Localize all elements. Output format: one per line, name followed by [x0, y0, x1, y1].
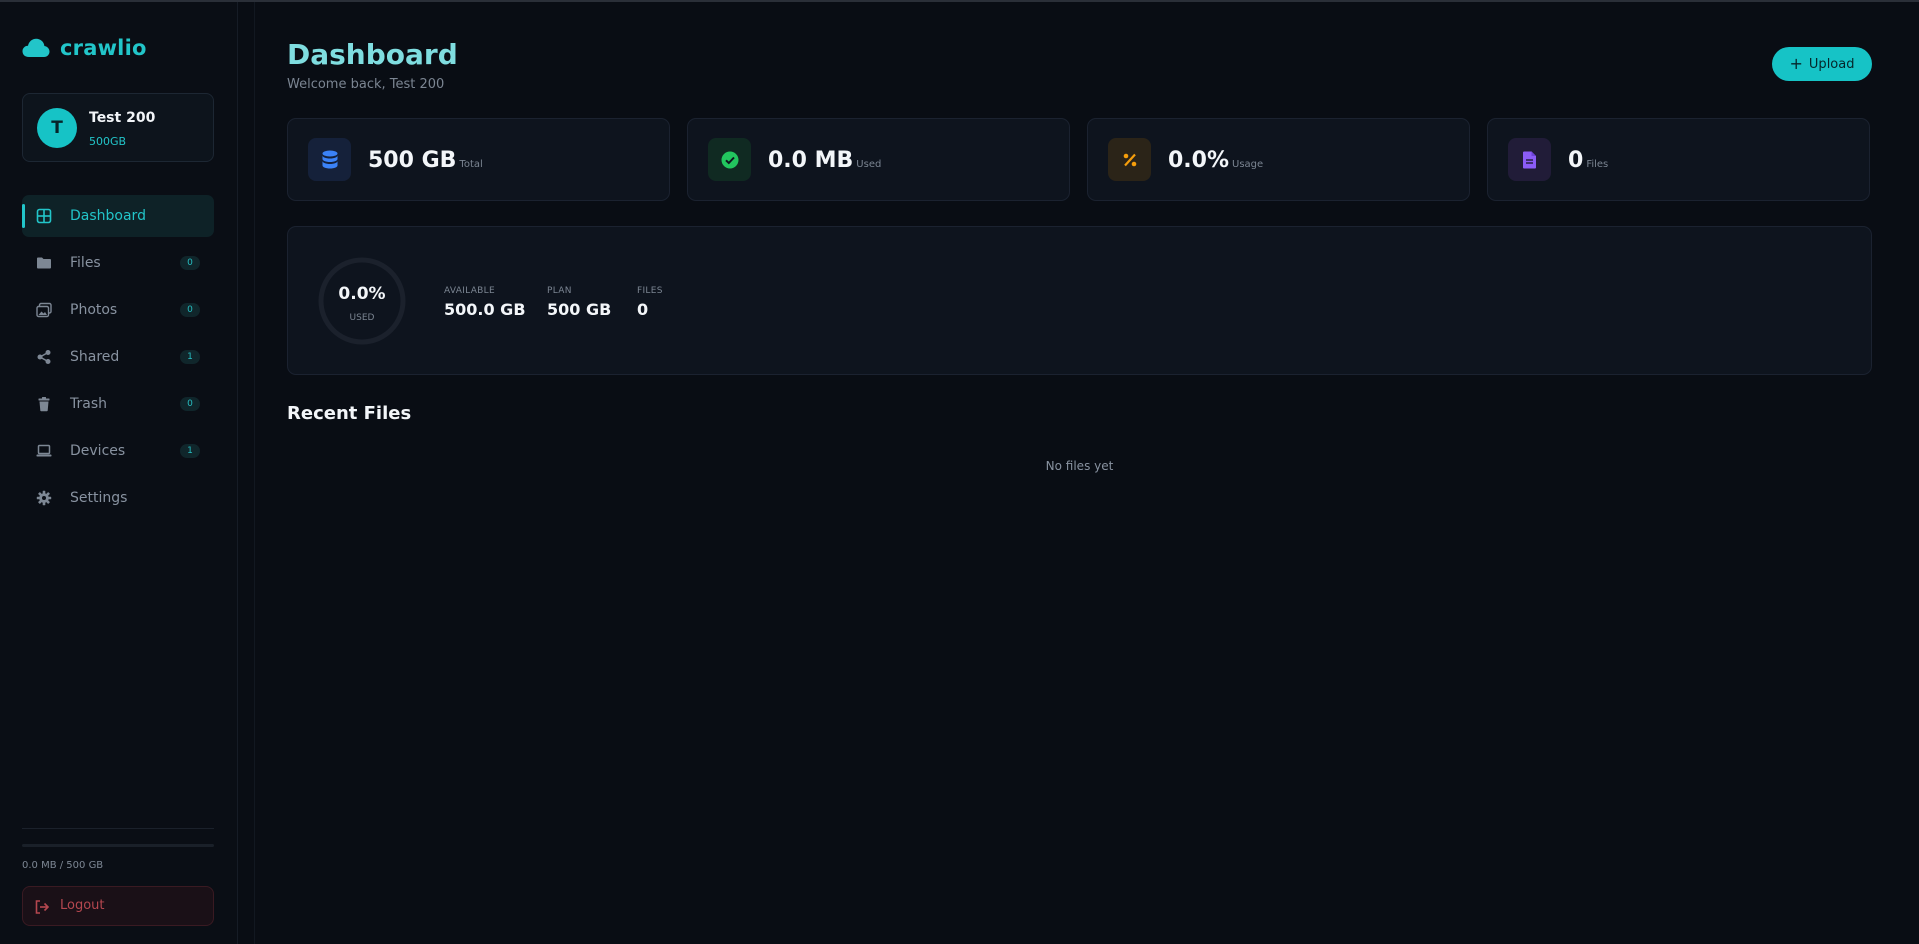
count-badge: 0 [180, 397, 200, 411]
gear-icon [36, 490, 52, 506]
summary-plan: PLAN 500 GB [547, 286, 611, 319]
brand-name: crawlio [60, 36, 147, 60]
logout-button[interactable]: Logout [22, 886, 214, 926]
logout-label: Logout [60, 898, 105, 913]
laptop-icon [36, 444, 52, 457]
user-plan: 500GB [89, 135, 127, 148]
stat-label: Used [856, 159, 882, 170]
check-circle-icon [721, 151, 738, 168]
sidebar: crawlio T Test 200 500GB Dashboard Files… [0, 2, 238, 944]
window-top-border [0, 0, 1919, 2]
summary-files: FILES 0 [637, 286, 663, 319]
upload-button-label: Upload [1808, 56, 1855, 72]
count-badge: 1 [180, 444, 200, 458]
recent-files-title: Recent Files [287, 403, 412, 424]
summary-value: 500 GB [547, 300, 612, 319]
sidebar-item-shared[interactable]: Shared 1 [22, 336, 214, 378]
sidebar-item-files[interactable]: Files 0 [22, 242, 214, 284]
percent-icon [1123, 153, 1136, 166]
document-icon [1523, 151, 1536, 168]
sidebar-item-dashboard[interactable]: Dashboard [22, 195, 214, 237]
summary-label: PLAN [547, 286, 572, 296]
logout-icon [35, 900, 50, 914]
stat-label: Files [1586, 159, 1609, 170]
stat-value: 500 GB [368, 148, 457, 173]
upload-button[interactable]: + Upload [1772, 47, 1872, 81]
main-divider [254, 2, 255, 944]
folder-icon [37, 257, 51, 269]
stat-value-files: 0 Files [1568, 148, 1608, 173]
sidebar-item-label: Files [70, 255, 101, 271]
stat-value-usage: 0.0% Usage [1168, 148, 1263, 173]
stat-value-total: 500 GB Total [368, 148, 483, 173]
user-card[interactable]: T Test 200 500GB [22, 93, 214, 162]
storage-summary-panel: 0.0% USED AVAILABLE 500.0 GB PLAN 500 GB… [287, 226, 1872, 375]
summary-available: AVAILABLE 500.0 GB [444, 286, 526, 319]
sidebar-item-label: Shared [70, 349, 120, 365]
stat-value: 0.0% [1168, 148, 1230, 173]
stat-icon-box [308, 138, 351, 181]
sidebar-item-photos[interactable]: Photos 0 [22, 289, 214, 331]
sidebar-item-label: Devices [70, 443, 126, 459]
stat-icon-box [708, 138, 751, 181]
usage-ring-label: USED [349, 313, 375, 323]
sidebar-nav: Dashboard Files 0 Photos 0 Shared 1 Tras… [22, 195, 214, 524]
brand[interactable]: crawlio [22, 36, 147, 60]
sidebar-item-trash[interactable]: Trash 0 [22, 383, 214, 425]
storage-progress-bar [22, 844, 214, 847]
avatar: T [37, 108, 77, 148]
stat-value: 0.0 MB [768, 148, 854, 173]
stat-label: Usage [1232, 159, 1264, 170]
grid-icon [36, 208, 52, 224]
recent-files-empty: No files yet [1045, 459, 1114, 473]
sidebar-item-label: Photos [70, 302, 118, 318]
stat-card-used: 0.0 MB Used [687, 118, 1070, 201]
summary-value: 0 [637, 300, 649, 319]
summary-value: 500.0 GB [444, 300, 526, 319]
stat-card-total: 500 GB Total [287, 118, 670, 201]
user-name: Test 200 [89, 110, 156, 126]
page-subtitle: Welcome back, Test 200 [287, 77, 445, 92]
sidebar-divider [22, 828, 214, 829]
stat-label: Total [459, 159, 483, 170]
stat-icon-box [1508, 138, 1551, 181]
count-badge: 0 [180, 303, 200, 317]
trash-icon [38, 397, 50, 412]
stat-icon-box [1108, 138, 1151, 181]
plus-icon: + [1789, 54, 1803, 73]
usage-ring-value: 0.0% [338, 284, 386, 304]
cloud-icon [22, 38, 50, 57]
sidebar-item-label: Trash [70, 396, 107, 412]
summary-label: AVAILABLE [444, 286, 495, 296]
stat-value-used: 0.0 MB Used [768, 148, 881, 173]
storage-usage-text: 0.0 MB / 500 GB [22, 860, 104, 871]
images-icon [36, 302, 52, 318]
sidebar-item-settings[interactable]: Settings [22, 477, 214, 519]
stat-card-usage: 0.0% Usage [1087, 118, 1470, 201]
page-title: Dashboard [287, 38, 458, 71]
summary-label: FILES [637, 286, 663, 296]
sidebar-item-devices[interactable]: Devices 1 [22, 430, 214, 472]
share-icon [37, 350, 51, 364]
count-badge: 0 [180, 256, 200, 270]
stat-card-files: 0 Files [1487, 118, 1870, 201]
count-badge: 1 [180, 350, 200, 364]
sidebar-item-label: Dashboard [70, 208, 146, 224]
database-icon [322, 150, 337, 168]
stat-value: 0 [1568, 148, 1584, 173]
sidebar-item-label: Settings [70, 490, 128, 506]
